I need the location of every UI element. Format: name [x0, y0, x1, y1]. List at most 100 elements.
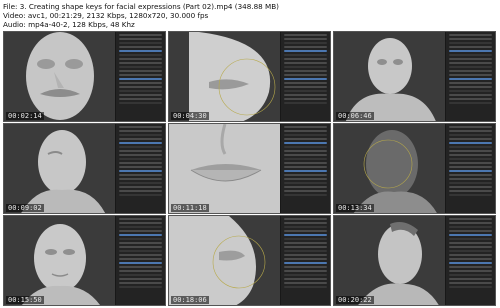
sculpt-viewport — [4, 124, 116, 213]
panel-row — [119, 242, 162, 244]
panel-row — [449, 38, 492, 40]
panel-row — [119, 90, 162, 92]
panel-row — [119, 126, 162, 128]
panel-row — [284, 238, 327, 240]
panel-row — [284, 130, 327, 132]
sculpt-viewport — [334, 216, 446, 305]
sculpt-viewport — [4, 32, 116, 121]
panel-row — [119, 38, 162, 40]
panel-row — [119, 146, 162, 148]
panel-row — [119, 254, 162, 256]
panel-row — [119, 222, 162, 224]
video-thumbnail[interactable]: 00:20:22 — [333, 215, 496, 306]
panel-row — [284, 178, 327, 180]
sculpt-model — [358, 222, 439, 305]
panel-row — [449, 142, 492, 144]
panel-row — [119, 174, 162, 176]
timestamp: 00:20:22 — [336, 296, 374, 304]
video-thumbnail[interactable]: 00:15:50 — [3, 215, 166, 306]
sculpt-model — [21, 130, 106, 213]
panel-row — [284, 158, 327, 160]
panel-row — [284, 166, 327, 168]
panel-row — [284, 266, 327, 268]
panel-row — [119, 162, 162, 164]
panel-row — [449, 250, 492, 252]
panel-row — [449, 246, 492, 248]
panel-row — [284, 278, 327, 280]
panel-row — [284, 66, 327, 68]
properties-panel — [280, 32, 330, 121]
panel-row — [449, 278, 492, 280]
panel-row — [119, 262, 162, 264]
panel-row — [119, 58, 162, 60]
panel-row — [284, 222, 327, 224]
panel-row — [284, 286, 327, 288]
panel-row — [119, 34, 162, 36]
panel-row — [119, 226, 162, 228]
panel-row — [449, 230, 492, 232]
panel-row — [449, 286, 492, 288]
panel-row — [449, 54, 492, 56]
panel-row — [119, 46, 162, 48]
properties-panel — [280, 124, 330, 213]
panel-row — [119, 218, 162, 220]
panel-row — [284, 86, 327, 88]
panel-row — [119, 74, 162, 76]
video-thumbnail[interactable]: 00:02:14 — [3, 31, 166, 122]
video-thumbnail[interactable]: 00:11:18 — [168, 123, 331, 214]
panel-row — [284, 226, 327, 228]
panel-row — [449, 254, 492, 256]
panel-row — [284, 154, 327, 156]
panel-row — [119, 150, 162, 152]
panel-row — [449, 158, 492, 160]
sculpt-model — [353, 130, 437, 213]
panel-row — [449, 94, 492, 96]
sculpt-viewport — [334, 124, 446, 213]
panel-row — [119, 286, 162, 288]
panel-row — [284, 218, 327, 220]
thumbnail-grid: 00:02:14 00:04:30 00:06:46 00:09:02 00:11:18… — [3, 31, 497, 306]
panel-row — [449, 66, 492, 68]
panel-row — [284, 78, 327, 80]
panel-row — [449, 70, 492, 72]
panel-row — [119, 182, 162, 184]
panel-row — [449, 274, 492, 276]
video-thumbnail[interactable]: 00:09:02 — [3, 123, 166, 214]
sculpt-model — [169, 124, 281, 213]
video-thumbnail[interactable]: 00:04:30 — [168, 31, 331, 122]
sculpt-viewport — [169, 216, 281, 305]
timestamp: 00:18:06 — [171, 296, 209, 304]
panel-row — [284, 162, 327, 164]
panel-row — [119, 178, 162, 180]
panel-row — [284, 98, 327, 100]
video-thumbnail[interactable]: 00:13:34 — [333, 123, 496, 214]
timestamp: 00:02:14 — [6, 112, 44, 120]
properties-panel — [445, 32, 495, 121]
video-thumbnail[interactable]: 00:06:46 — [333, 31, 496, 122]
panel-row — [284, 242, 327, 244]
panel-row — [449, 82, 492, 84]
panel-row — [449, 130, 492, 132]
panel-row — [284, 182, 327, 184]
panel-row — [449, 166, 492, 168]
panel-row — [119, 234, 162, 236]
panel-row — [284, 170, 327, 172]
panel-row — [449, 98, 492, 100]
panel-row — [284, 138, 327, 140]
panel-row — [119, 138, 162, 140]
properties-panel — [115, 124, 165, 213]
video-thumbnail[interactable]: 00:18:06 — [168, 215, 331, 306]
panel-row — [449, 242, 492, 244]
panel-row — [449, 222, 492, 224]
timestamp: 00:13:34 — [336, 204, 374, 212]
panel-row — [284, 230, 327, 232]
panel-row — [449, 282, 492, 284]
panel-row — [284, 134, 327, 136]
panel-row — [119, 142, 162, 144]
panel-row — [119, 154, 162, 156]
panel-row — [449, 46, 492, 48]
sculpt-model — [26, 32, 94, 120]
panel-row — [284, 54, 327, 56]
panel-row — [119, 250, 162, 252]
sculpt-viewport — [169, 124, 281, 213]
